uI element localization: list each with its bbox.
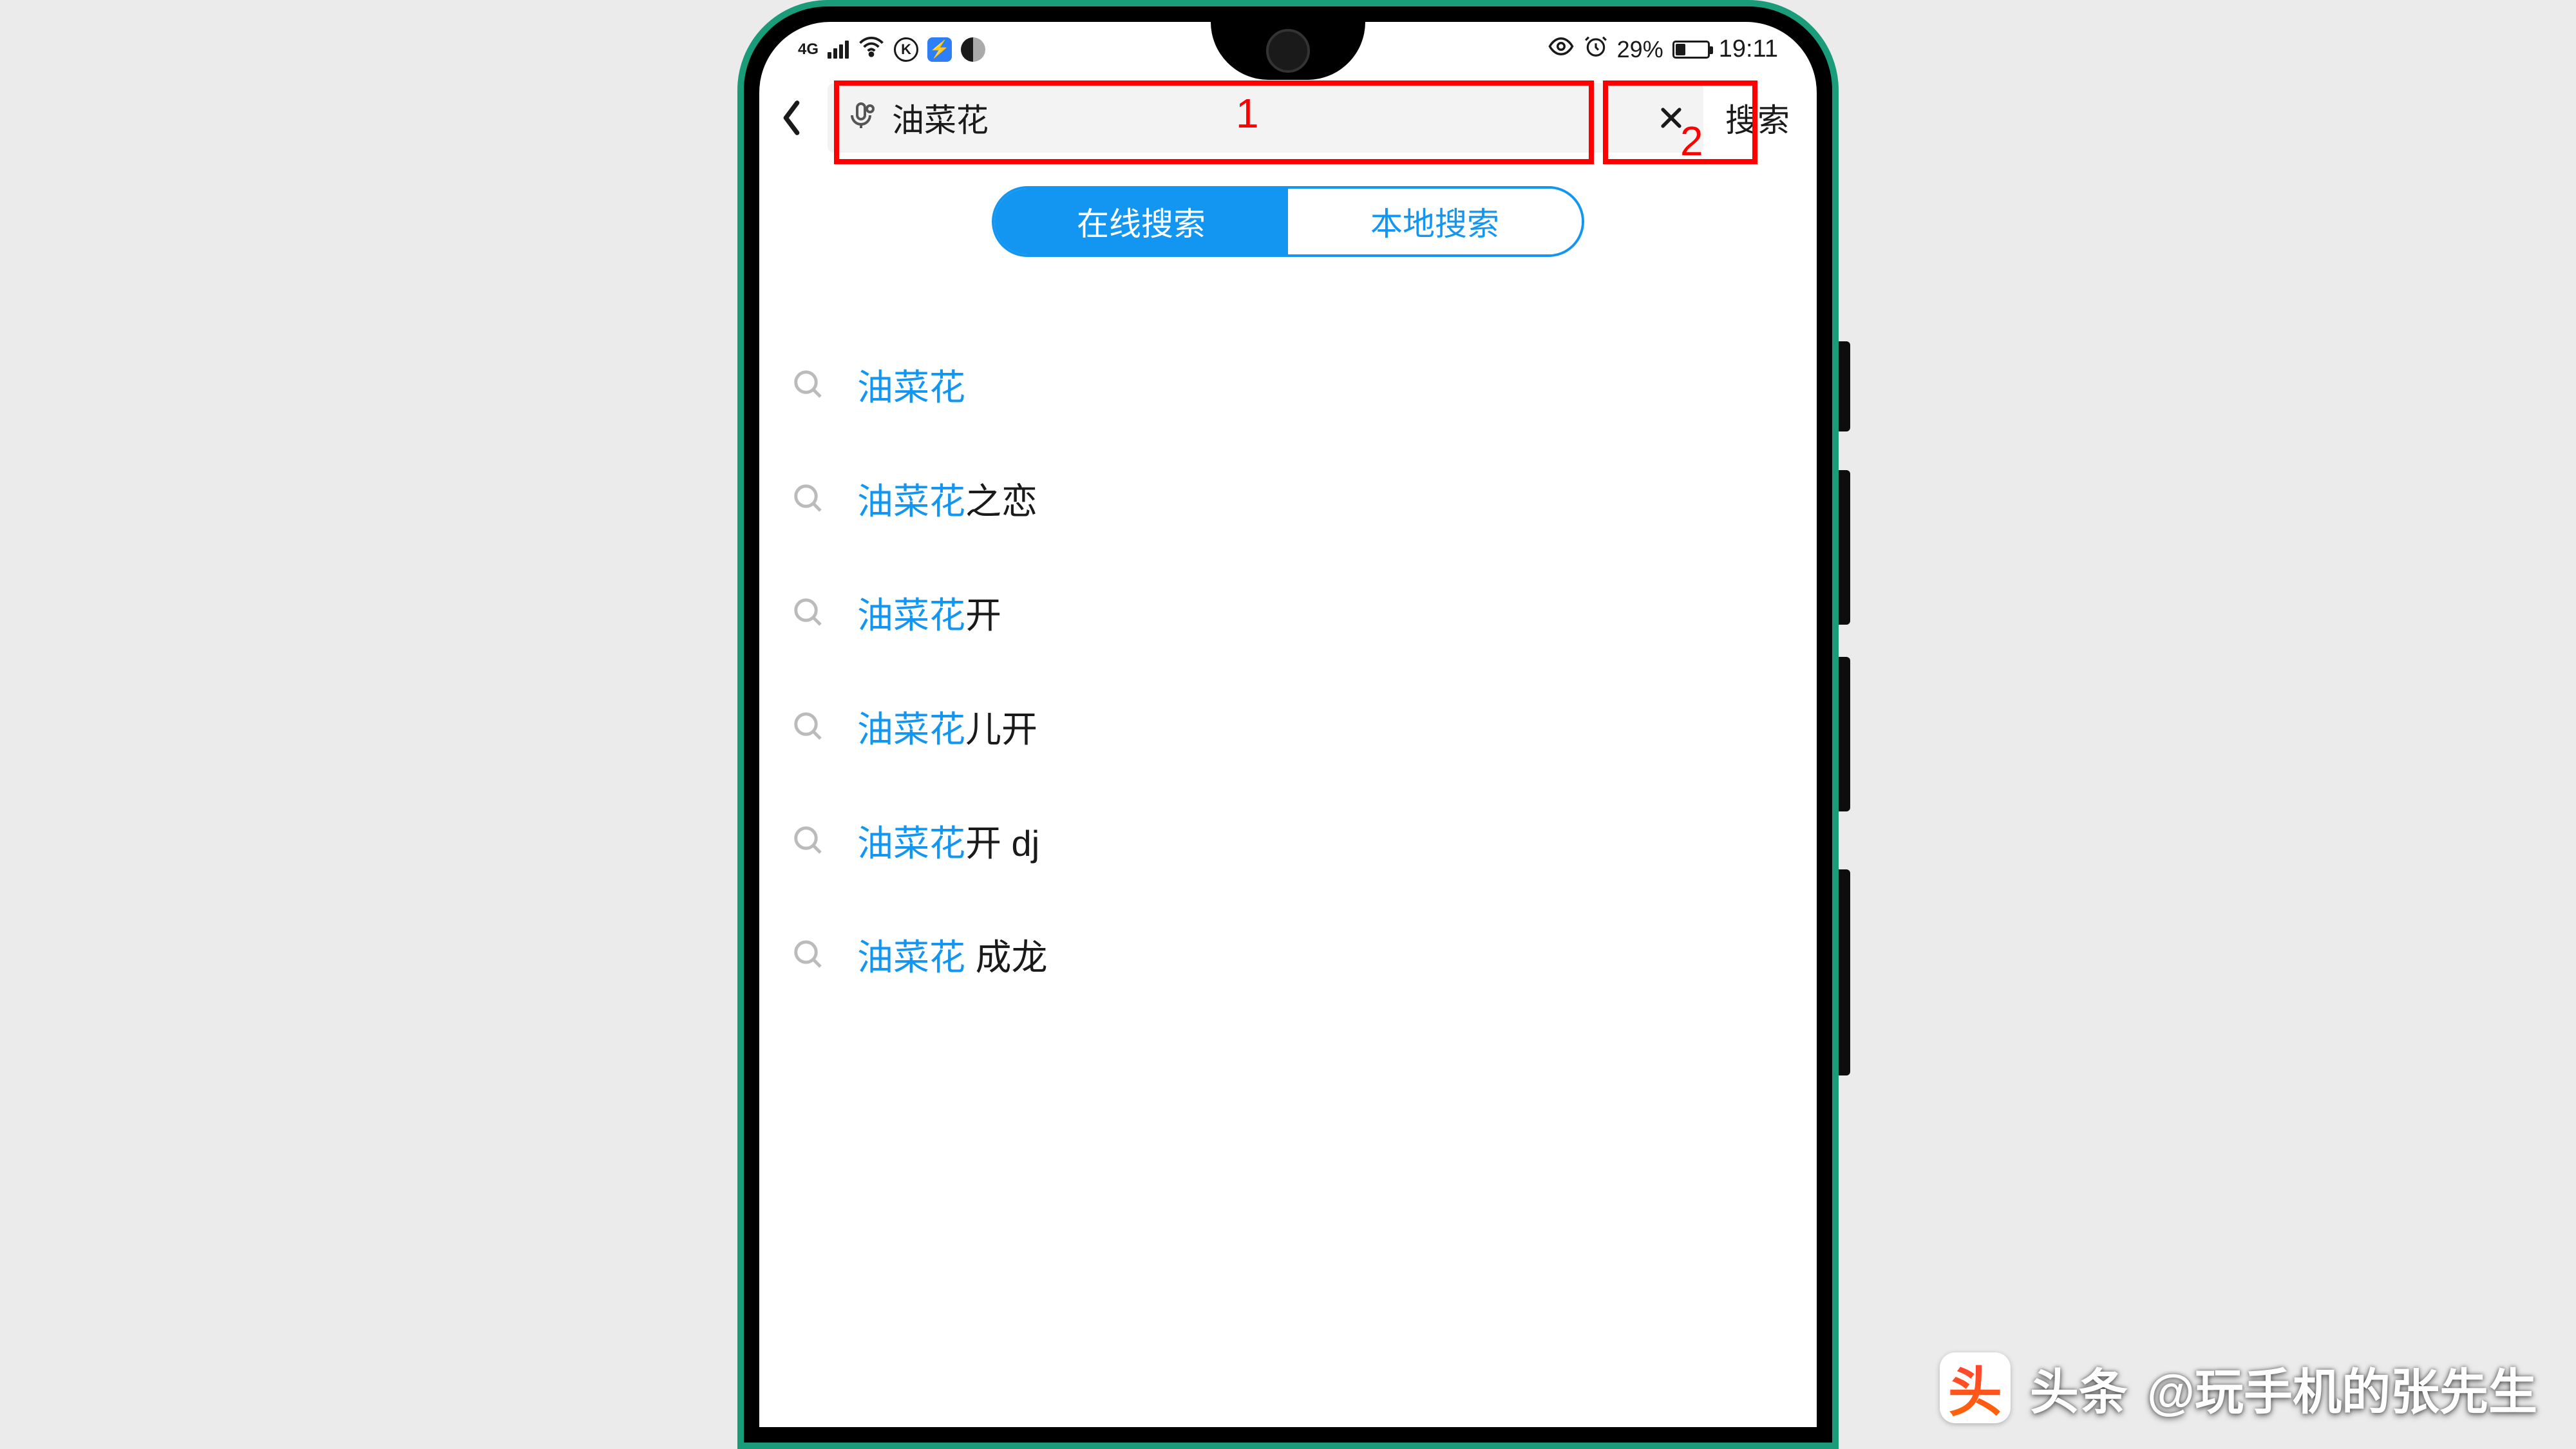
suggestion-highlight: 油菜花 [857, 481, 965, 522]
search-icon [791, 368, 826, 402]
segment-local-search[interactable]: 本地搜索 [1288, 189, 1582, 254]
side-button [1839, 657, 1850, 811]
toutiao-logo-icon: 头 [1940, 1352, 2011, 1423]
watermark-brand: 头条 [2030, 1352, 2128, 1423]
suggestion-rest: 儿开 [965, 709, 1037, 750]
suggestion-rest: 之恋 [965, 481, 1037, 522]
clock-label: 19:11 [1719, 35, 1778, 63]
search-header: 搜索 1 [759, 77, 1817, 159]
status-bar-right: 29% 19:11 [1548, 33, 1778, 66]
suggestion-item[interactable]: 油菜花 [785, 328, 1791, 442]
suggestion-item[interactable]: 油菜花开 [785, 556, 1791, 670]
alarm-icon [1584, 34, 1608, 64]
search-icon [791, 482, 826, 516]
annotation-label-2: 2 [1680, 117, 1703, 165]
status-bar-left: 4G K ⚡ [798, 33, 985, 66]
suggestion-rest: 开 dj [965, 823, 1039, 864]
search-icon [791, 938, 826, 972]
search-input[interactable] [892, 99, 1642, 137]
k-app-icon: K [894, 37, 918, 62]
segment-online-search[interactable]: 在线搜索 [994, 189, 1288, 254]
signal-icon [828, 41, 849, 59]
battery-percent-label: 29% [1617, 36, 1663, 63]
suggestion-rest: 开 [965, 595, 1001, 636]
app-screen: 4G K ⚡ 29% [759, 22, 1817, 1427]
suggestion-highlight: 油菜花 [857, 823, 965, 864]
side-button [1839, 869, 1850, 1075]
side-button [1839, 470, 1850, 625]
watermark: 头 头条 @玩手机的张先生 [1940, 1352, 2537, 1423]
search-button[interactable]: 搜索 [1714, 83, 1801, 153]
side-button [1839, 341, 1850, 431]
sync-icon [961, 37, 985, 62]
suggestion-list: 油菜花 油菜花之恋 油菜花开 油菜花儿开 油菜花开 dj [759, 276, 1817, 1012]
suggestion-item[interactable]: 油菜花开 dj [785, 784, 1791, 898]
suggestion-rest: 成龙 [965, 937, 1048, 978]
search-icon [791, 824, 826, 858]
microphone-icon[interactable] [846, 101, 876, 135]
suggestion-highlight: 油菜花 [857, 709, 965, 750]
wifi-icon [858, 33, 885, 66]
phone-device-frame: 4G K ⚡ 29% [737, 0, 1839, 1449]
suggestion-item[interactable]: 油菜花 成龙 [785, 898, 1791, 1012]
watermark-handle: @玩手机的张先生 [2147, 1352, 2537, 1423]
lightning-app-icon: ⚡ [927, 37, 952, 62]
network-type-label: 4G [798, 41, 819, 59]
suggestion-highlight: 油菜花 [857, 595, 965, 636]
search-icon [791, 710, 826, 744]
search-icon [791, 596, 826, 630]
phone-screen-container: 4G K ⚡ 29% [759, 22, 1817, 1427]
suggestion-item[interactable]: 油菜花儿开 [785, 670, 1791, 784]
suggestion-highlight: 油菜花 [857, 367, 965, 408]
search-scope-segmented-control: 在线搜索 本地搜索 [992, 186, 1584, 257]
eye-icon [1548, 33, 1575, 66]
back-button[interactable] [766, 99, 817, 137]
battery-icon [1672, 41, 1710, 59]
suggestion-highlight: 油菜花 [857, 937, 965, 978]
suggestion-item[interactable]: 油菜花之恋 [785, 442, 1791, 556]
search-input-container[interactable] [828, 83, 1703, 153]
